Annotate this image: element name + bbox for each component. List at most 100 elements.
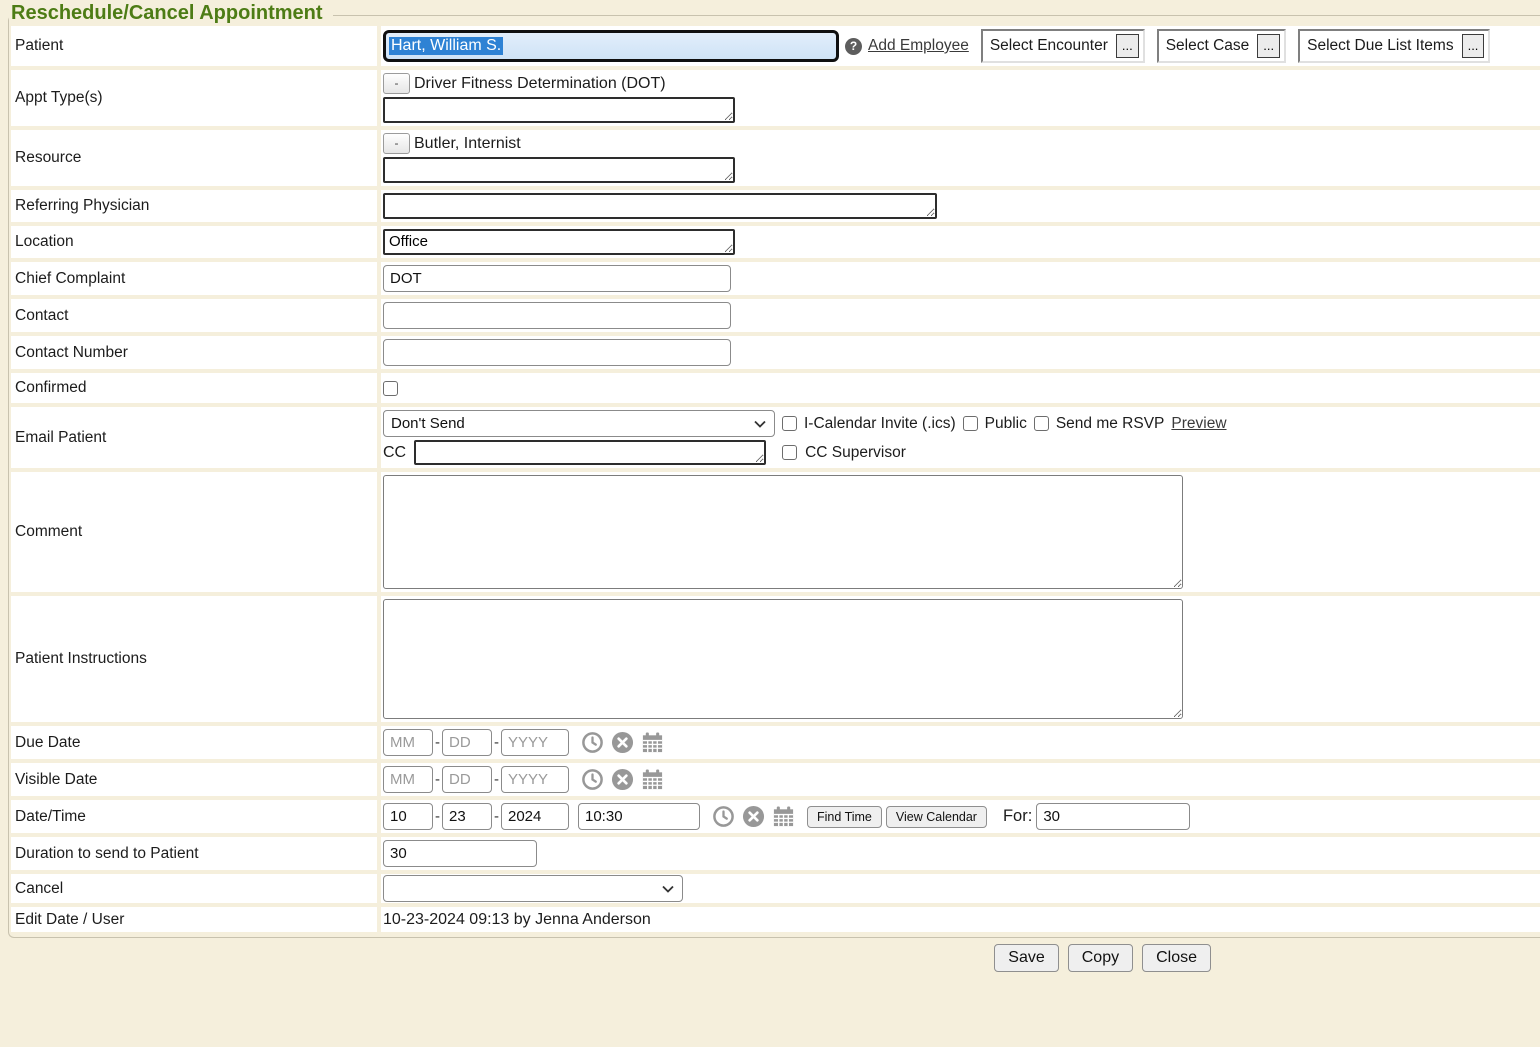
cc-supervisor-checkbox[interactable]	[782, 445, 797, 460]
date-time-row: Date/Time - - Find Time View Calendar Fo…	[11, 800, 1540, 833]
reschedule-cancel-panel: Reschedule/Cancel Appointment Patient Ha…	[8, 15, 1540, 938]
ical-invite-label: I-Calendar Invite (.ics)	[804, 415, 956, 433]
selected-resource: Butler, Internist	[414, 135, 521, 153]
appt-types-label: Appt Type(s)	[11, 70, 377, 126]
duration-input[interactable]	[383, 840, 537, 867]
public-checkbox[interactable]	[963, 416, 978, 431]
date-year-input[interactable]	[501, 803, 569, 830]
clock-icon[interactable]	[581, 731, 604, 754]
visible-date-day-input[interactable]	[442, 766, 492, 793]
edit-date-user-row: Edit Date / User 10-23-2024 09:13 by Jen…	[11, 907, 1540, 932]
help-icon[interactable]: ?	[845, 38, 862, 55]
date-separator: -	[435, 771, 440, 788]
comment-input[interactable]	[383, 475, 1183, 589]
resource-row: Resource - Butler, Internist	[11, 130, 1540, 186]
chief-complaint-label: Chief Complaint	[11, 262, 377, 295]
patient-instructions-input[interactable]	[383, 599, 1183, 719]
email-patient-label: Email Patient	[11, 407, 377, 468]
appt-type-search-input[interactable]	[383, 97, 735, 123]
calendar-icon[interactable]	[641, 768, 664, 791]
visible-date-year-input[interactable]	[501, 766, 569, 793]
time-input[interactable]	[578, 803, 700, 830]
calendar-icon[interactable]	[641, 731, 664, 754]
due-date-year-input[interactable]	[501, 729, 569, 756]
contact-number-row: Contact Number	[11, 336, 1540, 369]
select-due-list-items-group: Select Due List Items ...	[1298, 29, 1490, 63]
date-month-input[interactable]	[383, 803, 433, 830]
date-separator: -	[435, 808, 440, 825]
preview-link[interactable]: Preview	[1171, 415, 1226, 433]
cc-input[interactable]	[414, 440, 766, 465]
confirmed-label: Confirmed	[11, 373, 377, 403]
contact-row: Contact	[11, 299, 1540, 332]
referring-physician-label: Referring Physician	[11, 190, 377, 222]
clear-date-icon[interactable]	[611, 731, 634, 754]
location-row: Location Office	[11, 226, 1540, 258]
footer-actions: Save Copy Close	[0, 944, 1211, 972]
date-time-label: Date/Time	[11, 800, 377, 833]
select-case-label: Select Case	[1166, 37, 1250, 55]
select-encounter-button[interactable]: ...	[1116, 34, 1139, 58]
cancel-row: Cancel	[11, 874, 1540, 903]
view-calendar-button[interactable]: View Calendar	[886, 806, 987, 828]
duration-label: Duration to send to Patient	[11, 837, 377, 870]
contact-input[interactable]	[383, 302, 731, 329]
remove-appt-type-button[interactable]: -	[383, 73, 410, 94]
edit-date-user-value: 10-23-2024 09:13 by Jenna Anderson	[383, 911, 651, 929]
confirmed-checkbox[interactable]	[383, 381, 398, 396]
ical-invite-checkbox[interactable]	[782, 416, 797, 431]
clock-icon[interactable]	[581, 768, 604, 791]
calendar-icon[interactable]	[772, 805, 795, 828]
date-day-input[interactable]	[442, 803, 492, 830]
send-me-rsvp-label: Send me RSVP	[1056, 415, 1165, 433]
copy-button[interactable]: Copy	[1068, 944, 1133, 972]
patient-input[interactable]: Hart, William S.	[383, 30, 839, 62]
send-me-rsvp-checkbox[interactable]	[1034, 416, 1049, 431]
chief-complaint-input[interactable]	[383, 265, 731, 292]
cc-label: CC	[383, 444, 406, 462]
select-encounter-group: Select Encounter ...	[981, 29, 1145, 63]
select-encounter-label: Select Encounter	[990, 37, 1108, 55]
for-duration-input[interactable]	[1036, 803, 1190, 830]
location-label: Location	[11, 226, 377, 258]
find-time-button[interactable]: Find Time	[807, 806, 882, 828]
contact-number-input[interactable]	[383, 339, 731, 366]
chief-complaint-row: Chief Complaint	[11, 262, 1540, 295]
add-employee-link[interactable]: Add Employee	[868, 37, 969, 55]
date-separator: -	[494, 808, 499, 825]
confirmed-row: Confirmed	[11, 373, 1540, 403]
patient-input-selected-text: Hart, William S.	[389, 37, 503, 55]
contact-label: Contact	[11, 299, 377, 332]
cancel-select[interactable]	[383, 875, 683, 902]
page-title: Reschedule/Cancel Appointment	[9, 2, 333, 25]
clock-icon[interactable]	[712, 805, 735, 828]
selected-appt-type: Driver Fitness Determination (DOT)	[414, 75, 666, 93]
patient-instructions-label: Patient Instructions	[11, 596, 377, 722]
comment-row: Comment	[11, 472, 1540, 592]
chevron-down-icon	[662, 885, 674, 893]
select-due-list-items-button[interactable]: ...	[1462, 34, 1485, 58]
date-separator: -	[494, 734, 499, 751]
due-date-day-input[interactable]	[442, 729, 492, 756]
visible-date-month-input[interactable]	[383, 766, 433, 793]
location-input[interactable]: Office	[383, 229, 735, 255]
email-send-select[interactable]: Don't Send	[383, 410, 775, 437]
close-button[interactable]: Close	[1142, 944, 1211, 972]
public-label: Public	[985, 415, 1027, 433]
email-patient-row: Email Patient Don't Send I-Calendar Invi…	[11, 407, 1540, 468]
remove-resource-button[interactable]: -	[383, 133, 410, 154]
clear-date-icon[interactable]	[611, 768, 634, 791]
select-case-button[interactable]: ...	[1257, 34, 1280, 58]
duration-row: Duration to send to Patient	[11, 837, 1540, 870]
due-date-row: Due Date - -	[11, 726, 1540, 759]
referring-physician-input[interactable]	[383, 193, 937, 219]
edit-date-user-label: Edit Date / User	[11, 907, 377, 932]
clear-date-icon[interactable]	[742, 805, 765, 828]
comment-label: Comment	[11, 472, 377, 592]
resource-search-input[interactable]	[383, 157, 735, 183]
due-date-month-input[interactable]	[383, 729, 433, 756]
appt-types-row: Appt Type(s) - Driver Fitness Determinat…	[11, 70, 1540, 126]
save-button[interactable]: Save	[994, 944, 1058, 972]
select-due-list-items-label: Select Due List Items	[1307, 37, 1453, 55]
for-label: For:	[1003, 807, 1032, 826]
